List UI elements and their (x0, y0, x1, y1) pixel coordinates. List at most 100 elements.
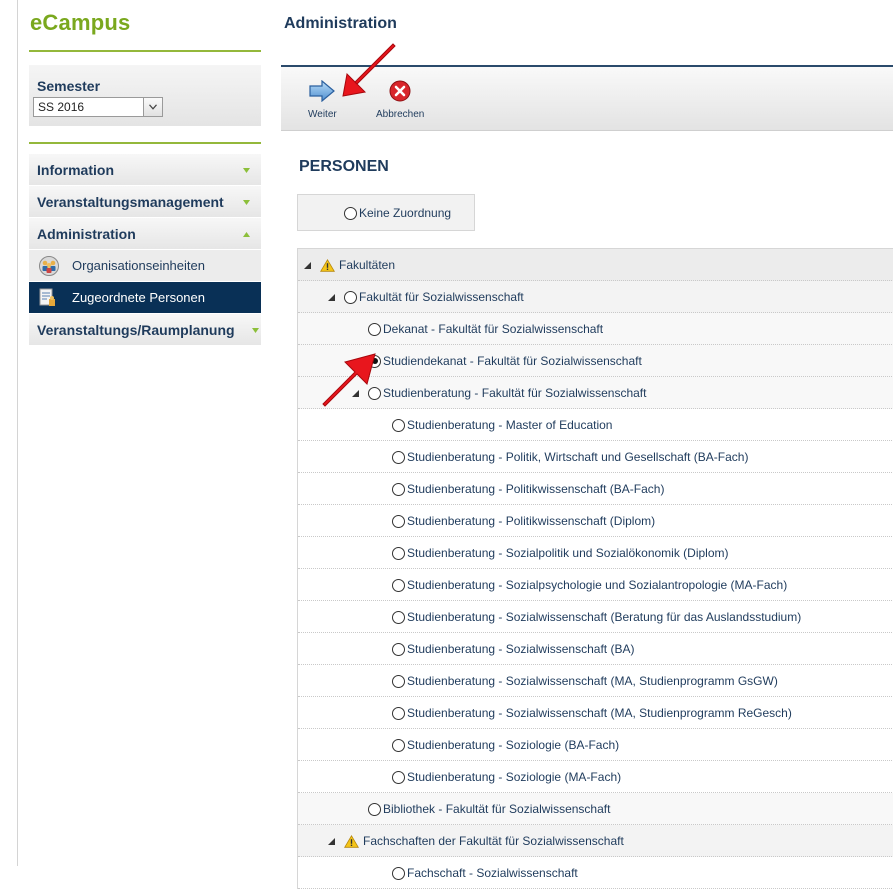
nav-sub-zugeordnete-personen[interactable]: Zugeordnete Personen (29, 282, 261, 314)
app-logo[interactable]: eCampus (30, 10, 130, 36)
tree-row[interactable]: Studienberatung - Politikwissenschaft (D… (298, 505, 893, 537)
tree-row[interactable]: Studienberatung - Sozialpolitik und Sozi… (298, 537, 893, 569)
tree-row-content: Fachschaften der Fakultät für Sozialwiss… (328, 834, 624, 848)
radio-button[interactable] (392, 610, 405, 624)
tree-row[interactable]: Fakultät für Sozialwissenschaft (298, 281, 893, 313)
nav-item-label: Administration (37, 226, 136, 242)
tree-row-label: Studienberatung - Master of Education (407, 418, 613, 432)
nav-sub-organisationseinheiten[interactable]: Organisationseinheiten (29, 250, 261, 282)
tree-row[interactable]: Studienberatung - Politikwissenschaft (B… (298, 473, 893, 505)
nav-item-administration[interactable]: Administration (29, 218, 261, 250)
tree-row-content: Studienberatung - Politikwissenschaft (D… (392, 514, 655, 528)
radio-button[interactable] (392, 418, 405, 432)
tree-row-content: Studienberatung - Politik, Wirtschaft un… (392, 450, 748, 464)
expand-toggle-icon[interactable] (328, 837, 335, 845)
tree-row-content: Studienberatung - Soziologie (BA-Fach) (392, 738, 619, 752)
radio-button[interactable] (392, 674, 405, 688)
tree-row-label: Studienberatung - Fakultät für Sozialwis… (383, 386, 647, 400)
tree-row[interactable]: Bibliothek - Fakultät für Sozialwissensc… (298, 793, 893, 825)
weiter-button[interactable]: Weiter (308, 79, 337, 120)
radio-button[interactable] (344, 290, 357, 304)
nav-item-label: Veranstaltungsmanagement (37, 194, 224, 210)
caret-down-icon (252, 328, 259, 333)
semester-select[interactable]: SS 2016 (33, 97, 163, 117)
annotation-arrow-icon (322, 353, 376, 407)
tree-row-label: Studienberatung - Soziologie (BA-Fach) (407, 738, 620, 752)
tree-row-content: Studienberatung - Sozialwissenschaft (Be… (392, 610, 801, 624)
tree-row-content: Fakultät für Sozialwissenschaft (328, 290, 524, 304)
tree-row[interactable]: Studienberatung - Soziologie (MA-Fach) (298, 761, 893, 793)
nav-item-veranstaltungsmanagement[interactable]: Veranstaltungsmanagement (29, 186, 261, 218)
divider (29, 142, 261, 144)
nav-item-raumplanung[interactable]: Veranstaltungs/Raumplanung (29, 314, 261, 346)
tree-row[interactable]: Studienberatung - Sozialwissenschaft (MA… (298, 697, 893, 729)
tree-row-content: Studiendekanat - Fakultät für Sozialwiss… (368, 354, 642, 368)
tree-row[interactable]: Studienberatung - Sozialpsychologie und … (298, 569, 893, 601)
tree-row[interactable]: Studienberatung - Sozialwissenschaft (MA… (298, 665, 893, 697)
tree-row-content: Studienberatung - Sozialwissenschaft (MA… (392, 674, 778, 688)
tree-row-label: Studienberatung - Politikwissenschaft (D… (407, 514, 656, 528)
radio-button[interactable] (368, 322, 381, 336)
tree-row[interactable]: Dekanat - Fakultät für Sozialwissenschaf… (298, 313, 893, 345)
divider (29, 50, 261, 52)
tree-row[interactable]: Fachschaften der Fakultät für Sozialwiss… (298, 825, 893, 857)
tree-row-content: Studienberatung - Fakultät für Sozialwis… (352, 386, 646, 400)
tree-row-content: Studienberatung - Soziologie (MA-Fach) (392, 770, 621, 784)
tree-row-label: Studienberatung - Sozialwissenschaft (BA… (407, 642, 635, 656)
radio-button[interactable] (392, 450, 405, 464)
tree-row[interactable]: Studienberatung - Master of Education (298, 409, 893, 441)
radio-button[interactable] (392, 770, 405, 784)
radio-button[interactable] (392, 706, 405, 720)
tree-row-label: Studiendekanat - Fakultät für Sozialwiss… (383, 354, 642, 368)
radio-button[interactable] (344, 206, 357, 220)
radio-button[interactable] (368, 802, 381, 816)
tree-row-content: Studienberatung - Sozialwissenschaft (MA… (392, 706, 792, 720)
tree-row-content: Dekanat - Fakultät für Sozialwissenschaf… (368, 322, 603, 336)
tree-row[interactable]: Studienberatung - Fakultät für Sozialwis… (298, 377, 893, 409)
tree-row[interactable]: Studienberatung - Politik, Wirtschaft un… (298, 441, 893, 473)
tree-row-label: Fakultät für Sozialwissenschaft (359, 290, 524, 304)
organization-icon (39, 256, 59, 276)
chevron-down-icon[interactable] (143, 98, 162, 116)
tree-row-label: Bibliothek - Fakultät für Sozialwissensc… (383, 802, 611, 816)
tree-row-content: Studienberatung - Sozialpsychologie und … (392, 578, 787, 592)
expand-toggle-icon[interactable] (304, 261, 311, 269)
radio-button[interactable] (392, 578, 405, 592)
tree-row[interactable]: Fakultäten (298, 249, 893, 281)
main-content: Administration Weiter Abbrechen PERSONEN… (281, 0, 893, 889)
tree-row-label: Studienberatung - Sozialwissenschaft (MA… (407, 706, 792, 720)
tree-row-label: Studienberatung - Soziologie (MA-Fach) (407, 770, 622, 784)
radio-button[interactable] (392, 866, 405, 880)
tree-row-label: Fachschaften der Fakultät für Sozialwiss… (363, 834, 624, 848)
semester-select-value: SS 2016 (38, 100, 85, 114)
radio-button[interactable] (392, 738, 405, 752)
radio-button[interactable] (392, 546, 405, 560)
tree-row[interactable]: Studienberatung - Sozialwissenschaft (BA… (298, 633, 893, 665)
nav-item-information[interactable]: Information (29, 154, 261, 186)
tree-row-label: Studienberatung - Politikwissenschaft (B… (407, 482, 665, 496)
tree-row-content: Bibliothek - Fakultät für Sozialwissensc… (368, 802, 610, 816)
expand-toggle-icon[interactable] (328, 293, 335, 301)
radio-button[interactable] (392, 482, 405, 496)
org-tree: Fakultäten Fakultät für Sozialwissenschaf… (297, 248, 893, 889)
keine-zuordnung-row: Keine Zuordnung (344, 206, 451, 220)
warning-icon (344, 834, 359, 848)
left-border (17, 0, 18, 866)
tree-row[interactable]: Fachschaft - Sozialwissenschaft (298, 857, 893, 889)
tree-row[interactable]: Studienberatung - Soziologie (BA-Fach) (298, 729, 893, 761)
tree-row-content: Studienberatung - Sozialwissenschaft (BA… (392, 642, 634, 656)
radio-button[interactable] (392, 642, 405, 656)
tree-row[interactable]: Studiendekanat - Fakultät für Sozialwiss… (298, 345, 893, 377)
tree-row-label: Studienberatung - Sozialpolitik und Sozi… (407, 546, 729, 560)
page-title: Administration (284, 15, 397, 32)
keine-zuordnung-option[interactable]: Keine Zuordnung (297, 194, 475, 231)
abbrechen-label: Abbrechen (376, 109, 425, 120)
arrow-right-icon (309, 79, 336, 103)
keine-zuordnung-label: Keine Zuordnung (359, 206, 452, 220)
section-title: PERSONEN (299, 158, 389, 175)
caret-up-icon (243, 232, 250, 237)
tree-row-label: Studienberatung - Sozialpsychologie und … (407, 578, 788, 592)
tree-row-content: Studienberatung - Politikwissenschaft (B… (392, 482, 664, 496)
tree-row[interactable]: Studienberatung - Sozialwissenschaft (Be… (298, 601, 893, 633)
radio-button[interactable] (392, 514, 405, 528)
